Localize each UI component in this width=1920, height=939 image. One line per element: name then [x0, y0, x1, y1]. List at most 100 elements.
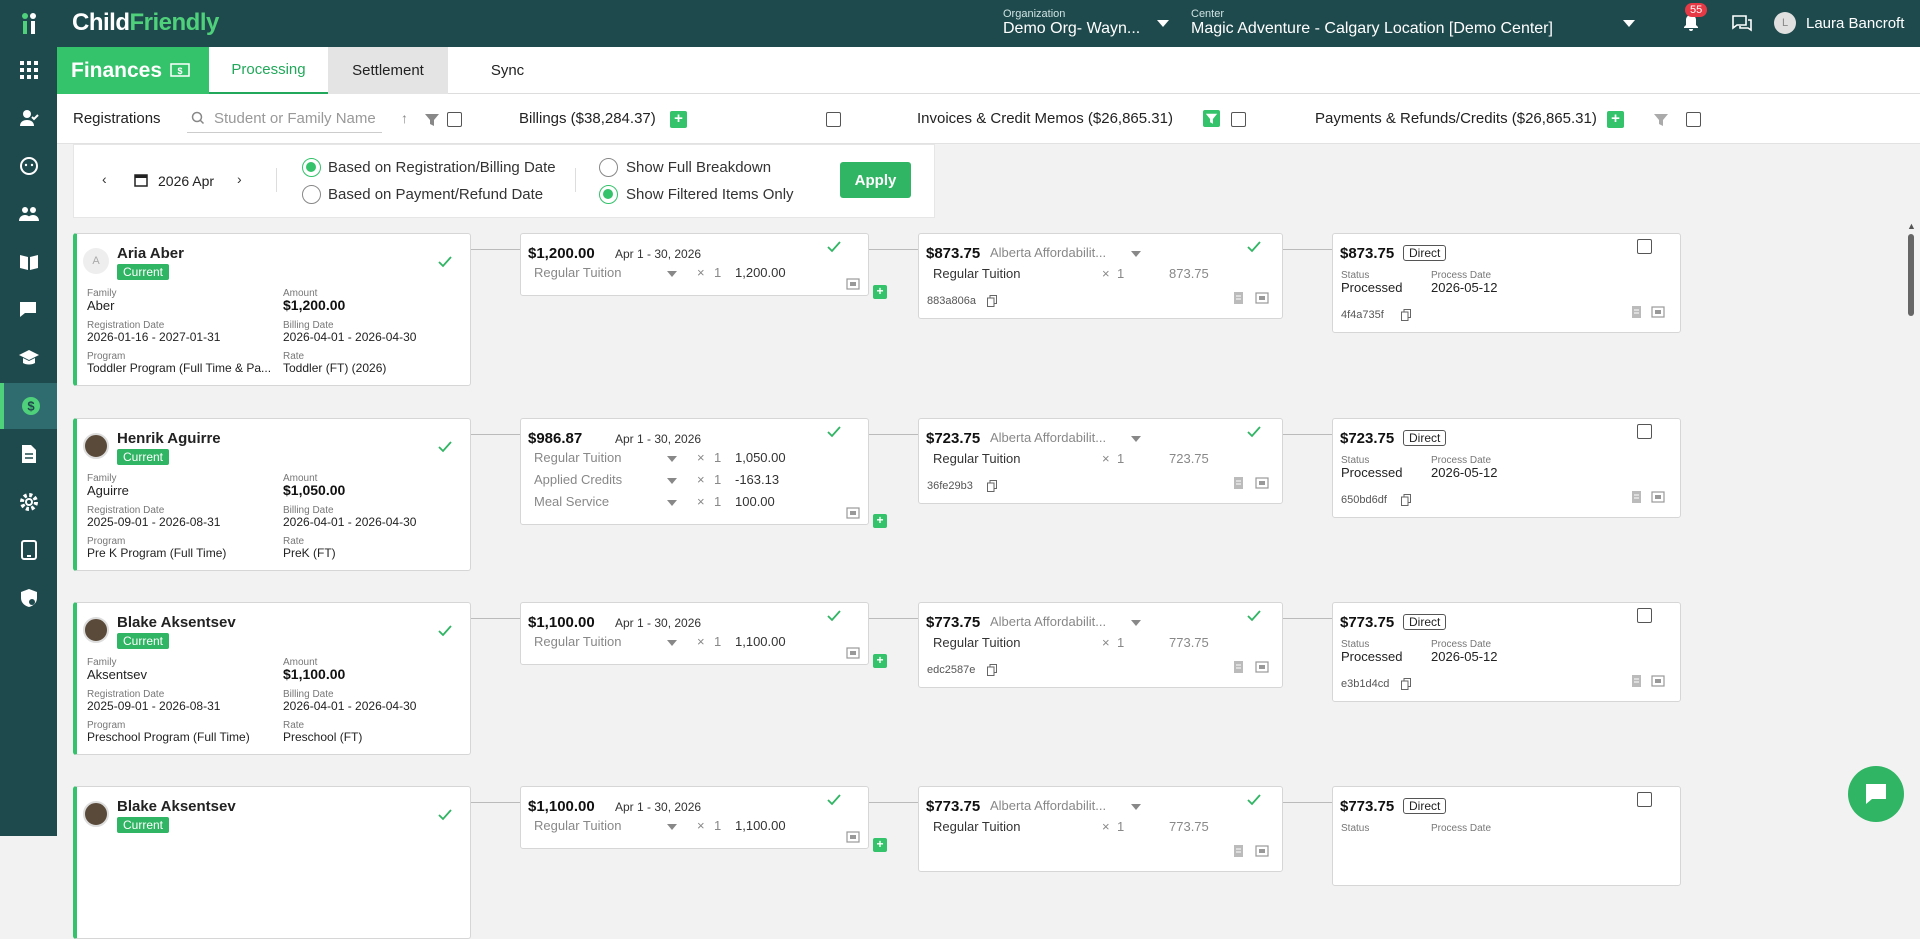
payment-checkbox[interactable]: [1637, 792, 1652, 807]
invoices-filter-active-button[interactable]: [1203, 110, 1220, 127]
center-chevron-down-icon[interactable]: [1623, 20, 1635, 27]
apply-button[interactable]: Apply: [840, 162, 911, 198]
payments-filter-icon[interactable]: [1652, 111, 1670, 129]
add-billing-line-button[interactable]: +: [873, 285, 887, 299]
receipt-icon[interactable]: [1651, 306, 1665, 318]
sidebar-item-settings[interactable]: [0, 479, 57, 525]
copy-icon[interactable]: [987, 295, 997, 307]
tab-processing[interactable]: Processing: [209, 47, 328, 94]
payment-checkbox[interactable]: [1637, 424, 1652, 439]
copy-icon[interactable]: [987, 664, 997, 676]
receipt-icon[interactable]: [1255, 661, 1269, 673]
billing-card[interactable]: $1,100.00 Apr 1 - 30, 2026 Regular Tuition…: [520, 786, 869, 849]
receipt-icon[interactable]: [1651, 491, 1665, 503]
chevron-down-icon[interactable]: [667, 271, 677, 277]
student-name[interactable]: Henrik Aguirre: [117, 430, 221, 447]
document-icon[interactable]: [1630, 675, 1644, 687]
payment-card[interactable]: $773.75 Direct Status Process Date: [1332, 786, 1681, 886]
radio-payment-date[interactable]: [302, 185, 321, 204]
receipt-icon[interactable]: [846, 278, 860, 290]
registration-card[interactable]: Blake Aksentsev Current Family Aksentsev Amo…: [73, 602, 471, 755]
invoice-card[interactable]: $773.75 Alberta Affordabilit... Regular Tu…: [918, 786, 1283, 872]
copy-icon[interactable]: [1401, 678, 1411, 690]
sort-arrow-up-icon[interactable]: ↑: [401, 110, 408, 126]
prev-month-button[interactable]: ‹: [102, 171, 107, 187]
invoice-type[interactable]: Alberta Affordabilit...: [990, 430, 1106, 445]
sidebar-item-reports[interactable]: [0, 431, 57, 477]
registration-card[interactable]: A Aria Aber Current Family Aber Amount $1,200.…: [73, 233, 471, 386]
add-payment-button[interactable]: +: [1607, 111, 1624, 128]
billings-select-all-checkbox[interactable]: [826, 112, 841, 127]
chevron-down-icon[interactable]: [667, 478, 677, 484]
copy-icon[interactable]: [1401, 494, 1411, 506]
org-chevron-down-icon[interactable]: [1157, 20, 1169, 27]
document-icon[interactable]: [1232, 292, 1246, 304]
billing-card[interactable]: $1,100.00 Apr 1 - 30, 2026 Regular Tuition…: [520, 602, 869, 665]
chevron-down-icon[interactable]: [1131, 620, 1141, 626]
chat-support-button[interactable]: [1848, 766, 1904, 822]
chevron-down-icon[interactable]: [667, 640, 677, 646]
receipt-icon[interactable]: [1255, 292, 1269, 304]
sidebar-item-attendance[interactable]: [0, 95, 57, 141]
billing-card[interactable]: $986.87 Apr 1 - 30, 2026 Regular Tuition × 1…: [520, 418, 869, 525]
student-name[interactable]: Blake Aksentsev: [117, 798, 236, 815]
user-menu[interactable]: L Laura Bancroft: [1774, 12, 1904, 34]
add-billing-line-button[interactable]: +: [873, 514, 887, 528]
chevron-down-icon[interactable]: [667, 824, 677, 830]
receipt-icon[interactable]: [846, 831, 860, 843]
sidebar-item-classrooms[interactable]: [0, 335, 57, 381]
sidebar-item-admin[interactable]: [0, 575, 57, 621]
invoice-card[interactable]: $873.75 Alberta Affordabilit... Regular Tu…: [918, 233, 1283, 319]
billing-line-label[interactable]: Regular Tuition: [534, 265, 621, 280]
billing-line-label[interactable]: Applied Credits: [534, 472, 622, 487]
radio-registration-date[interactable]: [302, 158, 321, 177]
month-picker[interactable]: 2026 Apr: [158, 173, 214, 189]
center-selector[interactable]: Center Magic Adventure - Calgary Locatio…: [1191, 8, 1553, 38]
sidebar-item-families[interactable]: [0, 191, 57, 237]
sidebar-item-finances[interactable]: $: [0, 383, 57, 429]
next-month-button[interactable]: ›: [237, 171, 242, 187]
search-input[interactable]: Student or Family Name: [214, 110, 376, 127]
document-icon[interactable]: [1630, 306, 1644, 318]
billing-line-label[interactable]: Regular Tuition: [534, 450, 621, 465]
document-icon[interactable]: [1232, 661, 1246, 673]
sidebar-item-apps[interactable]: [0, 47, 57, 93]
add-billing-line-button[interactable]: +: [873, 838, 887, 852]
registration-card[interactable]: Henrik Aguirre Current Family Aguirre Amount…: [73, 418, 471, 571]
sidebar-item-devices[interactable]: [0, 527, 57, 573]
tab-settlement[interactable]: Settlement: [328, 47, 448, 94]
receipt-icon[interactable]: [1651, 675, 1665, 687]
radio-full-breakdown[interactable]: [599, 158, 618, 177]
receipt-icon[interactable]: [1255, 845, 1269, 857]
payments-select-all-checkbox[interactable]: [1686, 112, 1701, 127]
receipt-icon[interactable]: [846, 647, 860, 659]
receipt-icon[interactable]: [1255, 477, 1269, 489]
copy-icon[interactable]: [987, 480, 997, 492]
chevron-down-icon[interactable]: [667, 500, 677, 506]
registrations-select-all-checkbox[interactable]: [447, 112, 462, 127]
document-icon[interactable]: [1630, 491, 1644, 503]
chevron-down-icon[interactable]: [1131, 804, 1141, 810]
invoice-type[interactable]: Alberta Affordabilit...: [990, 614, 1106, 629]
app-logo-icon[interactable]: [20, 12, 38, 36]
copy-icon[interactable]: [1401, 309, 1411, 321]
invoice-card[interactable]: $773.75 Alberta Affordabilit... Regular Tu…: [918, 602, 1283, 688]
chevron-down-icon[interactable]: [667, 456, 677, 462]
payment-card[interactable]: $773.75 Direct Status Process Date Processed…: [1332, 602, 1681, 702]
sidebar-item-learning[interactable]: [0, 239, 57, 285]
tab-sync[interactable]: Sync: [448, 47, 567, 94]
invoice-type[interactable]: Alberta Affordabilit...: [990, 798, 1106, 813]
billing-line-label[interactable]: Regular Tuition: [534, 634, 621, 649]
payment-card[interactable]: $723.75 Direct Status Process Date Processed…: [1332, 418, 1681, 518]
student-name[interactable]: Blake Aksentsev: [117, 614, 236, 631]
billing-card[interactable]: $1,200.00 Apr 1 - 30, 2026 Regular Tuition…: [520, 233, 869, 296]
receipt-icon[interactable]: [846, 507, 860, 519]
billing-line-label[interactable]: Regular Tuition: [534, 818, 621, 833]
scrollbar-thumb[interactable]: [1908, 234, 1914, 316]
chevron-down-icon[interactable]: [1131, 251, 1141, 257]
invoices-select-all-checkbox[interactable]: [1231, 112, 1246, 127]
document-icon[interactable]: [1232, 477, 1246, 489]
add-billing-line-button[interactable]: +: [873, 654, 887, 668]
payment-checkbox[interactable]: [1637, 239, 1652, 254]
invoice-card[interactable]: $723.75 Alberta Affordabilit... Regular Tu…: [918, 418, 1283, 504]
